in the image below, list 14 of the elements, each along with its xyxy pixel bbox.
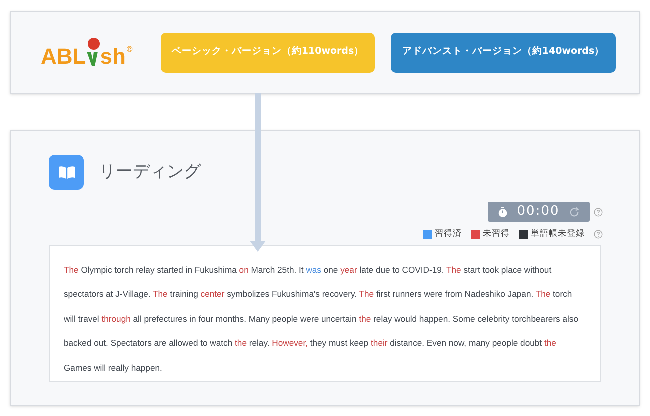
timer-time: 00:00 xyxy=(517,203,560,222)
help-icon[interactable] xyxy=(594,230,603,239)
reset-icon[interactable] xyxy=(568,206,580,218)
legend-label: 習得済 xyxy=(435,228,462,241)
book-icon xyxy=(49,155,84,190)
legend-label: 単語帳未登録 xyxy=(531,228,585,241)
version-button[interactable]: アドバンスト・バージョン（約140words） xyxy=(391,32,616,72)
legend-label: 未習得 xyxy=(483,228,510,241)
help-icon[interactable] xyxy=(594,208,603,216)
logo: ABL sh® xyxy=(41,38,141,68)
stopwatch-icon xyxy=(498,206,508,218)
passage-text: The Olympic torch relay started in Fukushima on March 25th. It was one year late due to COVID-19. The start took place without spectators at J-Village. The training center symbolizes Fukushima's recovery. The first runners were from Nadeshiko Japan. The torch will travel through all prefectures in four months. Many people were uncertain the relay would happen. Some celebrity torchbearers also backed out. Spectators are allowed to watch the relay. However, they must keep their distance. Even now, many people doubt the Games will really happen. xyxy=(64,264,580,375)
section-title: リーディング xyxy=(99,160,201,184)
logo-figure-icon xyxy=(86,38,100,68)
